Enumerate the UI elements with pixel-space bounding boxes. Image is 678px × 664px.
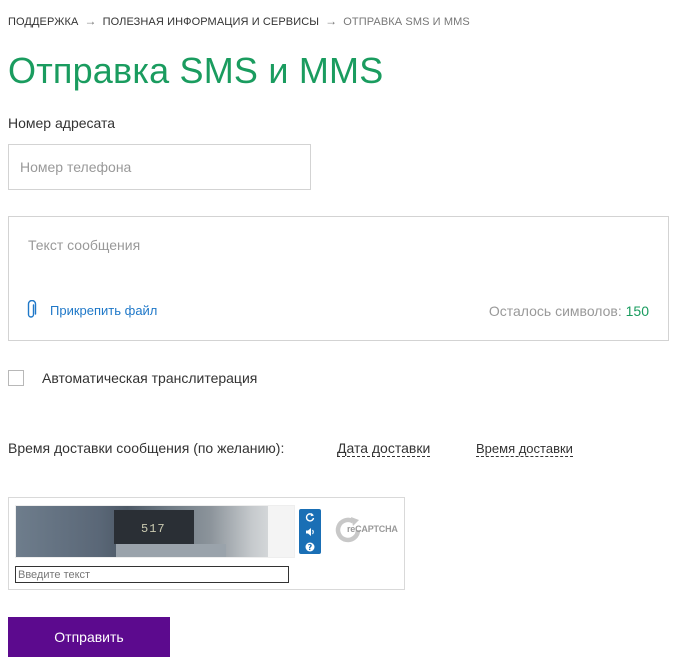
submit-button[interactable]: Отправить xyxy=(8,617,170,657)
attach-file-label: Прикрепить файл xyxy=(50,302,158,318)
delivery-time-label: Время доставки сообщения (по желанию): xyxy=(8,440,285,456)
recipient-label: Номер адресата xyxy=(8,115,116,131)
message-textarea[interactable] xyxy=(19,231,649,291)
translit-label: Автоматическая транслитерация xyxy=(42,370,258,386)
phone-input[interactable] xyxy=(8,144,311,190)
breadcrumb-separator: → xyxy=(325,14,338,28)
refresh-icon[interactable] xyxy=(303,510,317,523)
captcha-input[interactable] xyxy=(15,566,289,583)
audio-icon[interactable] xyxy=(303,525,317,538)
recaptcha-logo: reCAPTCHA xyxy=(333,512,401,548)
breadcrumb-item-useful-info[interactable]: ПОЛЕЗНАЯ ИНФОРМАЦИЯ И СЕРВИСЫ xyxy=(103,16,320,28)
breadcrumb-item-support[interactable]: ПОДДЕРЖКА xyxy=(8,16,78,28)
attach-file-link[interactable]: Прикрепить файл xyxy=(25,300,157,320)
chars-left-count: 150 xyxy=(625,303,649,319)
captcha-controls: ? xyxy=(299,509,321,554)
translit-checkbox[interactable] xyxy=(8,370,24,386)
chars-left: Осталось символов: 150 xyxy=(489,303,649,319)
recaptcha-logo-text: reCAPTCHA xyxy=(347,524,398,534)
captcha-image: 517 xyxy=(15,505,295,558)
captcha-image-edge xyxy=(268,506,294,557)
translit-option[interactable]: Автоматическая транслитерация xyxy=(8,370,257,386)
breadcrumb: ПОДДЕРЖКА → ПОЛЕЗНАЯ ИНФОРМАЦИЯ И СЕРВИСЫ →… xyxy=(8,14,470,28)
captcha-image-light-area xyxy=(116,544,226,557)
paperclip-icon xyxy=(27,300,37,318)
delivery-date-picker[interactable]: Дата доставки xyxy=(337,440,431,457)
svg-text:?: ? xyxy=(308,543,313,552)
page-title: Отправка SMS и MMS xyxy=(8,50,384,91)
breadcrumb-separator: → xyxy=(84,14,97,28)
chars-left-label: Осталось символов: xyxy=(488,303,622,319)
captcha-widget: 517 ? reCAPTCHA xyxy=(8,497,405,590)
message-box: Прикрепить файл Осталось символов: 150 xyxy=(8,216,669,341)
breadcrumb-item-current: ОТПРАВКА SMS И MMS xyxy=(343,16,470,28)
help-icon[interactable]: ? xyxy=(303,540,317,553)
delivery-time-picker[interactable]: Время доставки xyxy=(476,441,573,457)
captcha-image-text: 517 xyxy=(141,522,166,536)
